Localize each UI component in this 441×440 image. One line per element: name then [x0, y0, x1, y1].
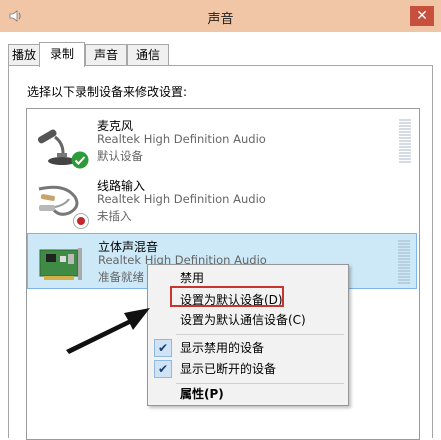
checkmark-icon: ✔ — [154, 339, 172, 357]
title-bar: 声音 ✕ — [0, 0, 441, 32]
tab-playback[interactable]: 播放 — [8, 44, 40, 65]
device-driver: Realtek High Definition Audio — [97, 132, 266, 146]
sound-card-icon — [39, 248, 82, 280]
device-item-line-in[interactable]: 线路输入 Realtek High Definition Audio 未插入 — [27, 173, 417, 233]
device-driver: Realtek High Definition Audio — [97, 192, 266, 206]
menu-item-set-default-communication[interactable]: 设置为默认通信设备(C) — [148, 309, 348, 331]
menu-item-show-disabled[interactable]: ✔ 显示禁用的设备 — [148, 337, 348, 359]
menu-separator — [176, 334, 344, 335]
device-status: 默认设备 — [97, 149, 143, 163]
level-meter — [398, 240, 410, 284]
default-check-badge — [71, 151, 89, 169]
checkmark-icon: ✔ — [154, 360, 172, 378]
device-status: 准备就绪 — [98, 270, 144, 284]
level-meter — [399, 119, 411, 163]
tab-sounds[interactable]: 声音 — [85, 44, 127, 65]
menu-item-label: 显示已断开的设备 — [180, 362, 277, 376]
unplugged-badge — [73, 213, 89, 229]
device-status: 未插入 — [97, 209, 132, 223]
close-button[interactable]: ✕ — [410, 6, 434, 26]
menu-item-label: 设置为默认通信设备(C) — [180, 313, 306, 327]
device-item-microphone[interactable]: 麦克风 Realtek High Definition Audio 默认设备 — [27, 113, 417, 173]
tab-communications[interactable]: 通信 — [127, 44, 169, 65]
tab-recording[interactable]: 录制 — [39, 42, 85, 67]
menu-item-show-disconnected[interactable]: ✔ 显示已断开的设备 — [148, 358, 348, 380]
instruction-text: 选择以下录制设备来修改设置: — [27, 85, 188, 99]
tab-strip: 播放 录制 声音 通信 — [8, 42, 433, 67]
window-title: 声音 — [207, 12, 234, 27]
menu-item-label: 属性(P) — [180, 387, 224, 401]
menu-item-label: 显示禁用的设备 — [180, 341, 265, 355]
highlight-box — [170, 286, 284, 307]
menu-item-properties[interactable]: 属性(P) — [148, 383, 348, 405]
